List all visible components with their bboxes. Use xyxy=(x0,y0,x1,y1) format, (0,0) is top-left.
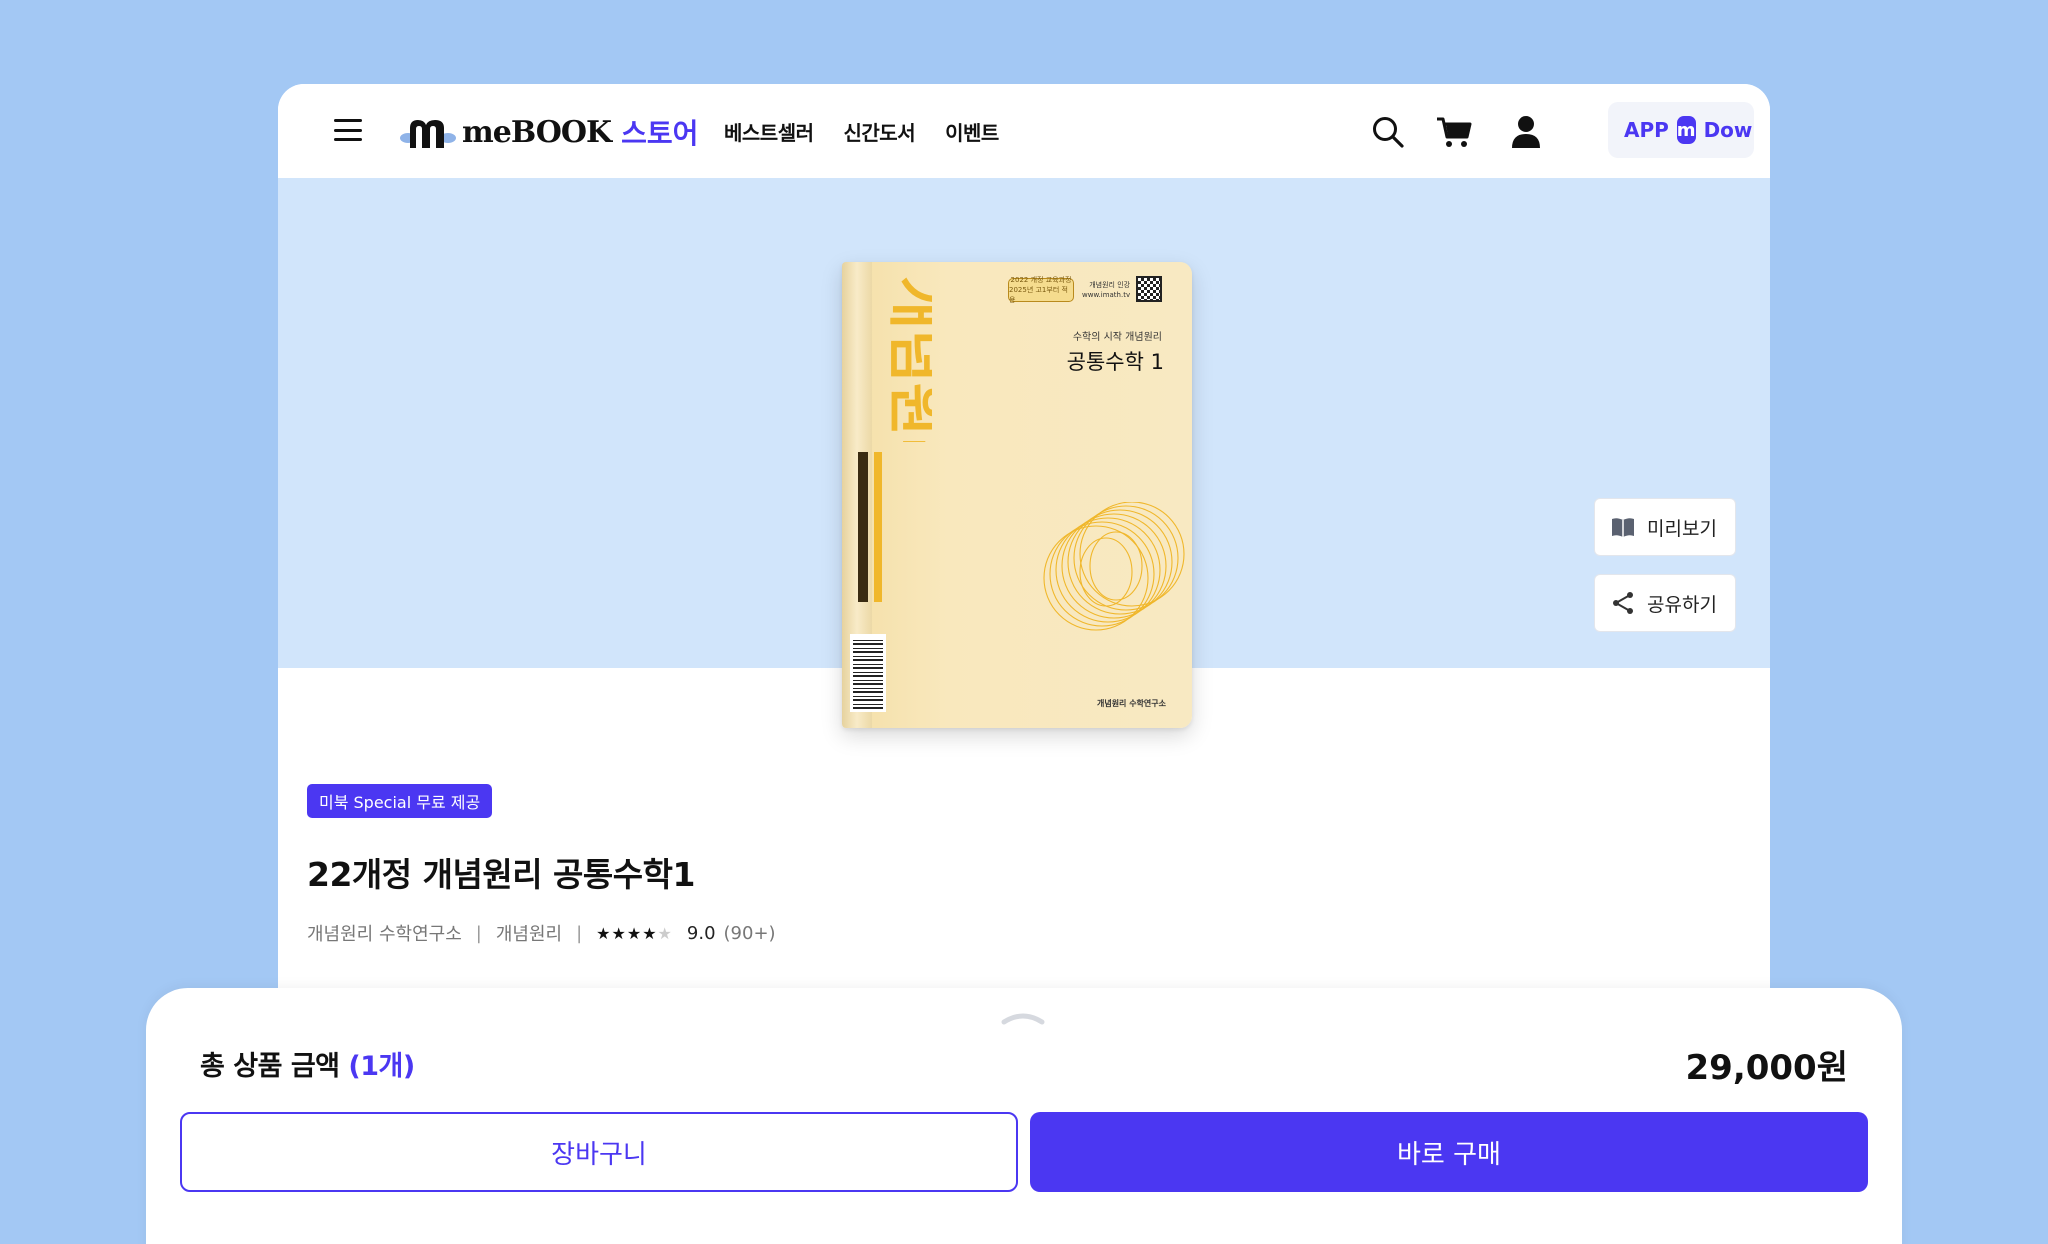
star-rating: ★★★★★ xyxy=(596,924,673,943)
book-badge-line2: 2025년 고1부터 적용 xyxy=(1009,286,1068,304)
special-badge: 미북 Special 무료 제공 xyxy=(307,784,493,818)
mebook-logo-icon xyxy=(400,114,456,150)
star-icon: ★ xyxy=(642,923,658,943)
product-author[interactable]: 개념원리 수학연구소 xyxy=(307,920,462,946)
top-navigation: meBOOK 스토어 베스트셀러 신간도서 이벤트 APP m Down xyxy=(278,84,1770,178)
main-nav: 베스트셀러 신간도서 이벤트 xyxy=(724,117,999,146)
share-button[interactable]: 공유하기 xyxy=(1594,574,1736,632)
share-icon xyxy=(1613,592,1633,614)
qr-code xyxy=(1136,276,1162,302)
rating-value: 9.0 xyxy=(686,922,716,944)
book-site-info: 개념원리 인강 www.imath.tv xyxy=(1082,280,1130,300)
search-icon[interactable] xyxy=(1368,112,1408,152)
book-cover-title-art: 개념원리 xyxy=(882,276,932,442)
total-label-text: 총 상품 금액 xyxy=(200,1051,340,1082)
add-to-cart-button[interactable]: 장바구니 xyxy=(180,1112,1018,1192)
nav-new-books[interactable]: 신간도서 xyxy=(844,117,916,146)
app-label: APP xyxy=(1624,118,1669,142)
book-cover-title: 공통수학 1 xyxy=(1066,350,1164,374)
star-icon: ★ xyxy=(626,923,643,943)
meta-separator: | xyxy=(475,922,482,944)
product-meta: 개념원리 수학연구소 | 개념원리 | ★★★★★ 9.0 (90+) xyxy=(307,920,776,946)
total-price: 29,000원 xyxy=(1685,1048,1848,1088)
star-icon: ★ xyxy=(611,923,627,943)
app-logo-icon: m xyxy=(1676,116,1696,144)
book-site-line2: www.imath.tv xyxy=(1082,291,1131,299)
book-site-line1: 개념원리 인강 xyxy=(1089,281,1131,289)
star-icon: ★ xyxy=(657,923,673,943)
product-title: 22개정 개념원리 공통수학1 xyxy=(307,855,695,894)
book-cover-subtitle: 수학의 시작 개념원리 xyxy=(1072,332,1162,343)
book-icon xyxy=(1612,518,1634,537)
star-icon: ★ xyxy=(596,923,612,943)
app-download-label: Down xyxy=(1703,118,1754,142)
hamburger-icon[interactable] xyxy=(334,119,362,141)
book-cover-image: 개념원리 2022 개정 교육과정 2025년 고1부터 적용 개념원리 인강 … xyxy=(842,262,1192,728)
app-download-button[interactable]: APP m Down xyxy=(1608,102,1754,158)
book-badge-line1: 2022 개정 교육과정 xyxy=(1010,276,1072,284)
book-spine-text xyxy=(848,452,888,612)
review-count[interactable]: (90+) xyxy=(724,923,776,944)
total-quantity: (1개) xyxy=(348,1051,415,1082)
nav-events[interactable]: 이벤트 xyxy=(945,117,999,146)
store-logo[interactable]: meBOOK 스토어 xyxy=(400,112,698,152)
share-label: 공유하기 xyxy=(1647,593,1717,616)
logo-store-label: 스토어 xyxy=(621,117,699,150)
book-curriculum-badge: 2022 개정 교육과정 2025년 고1부터 적용 xyxy=(1008,276,1074,304)
nav-bestseller[interactable]: 베스트셀러 xyxy=(724,117,814,146)
meta-separator: | xyxy=(576,922,583,944)
chevron-up-icon[interactable] xyxy=(1000,1010,1046,1026)
book-cover-publisher: 개념원리 수학연구소 xyxy=(1096,699,1166,708)
logo-text: meBOOK xyxy=(462,114,612,150)
book-rings-graphic xyxy=(1043,502,1185,631)
book-barcode xyxy=(850,634,886,712)
cart-icon[interactable] xyxy=(1434,112,1474,152)
preview-button[interactable]: 미리보기 xyxy=(1594,498,1736,556)
total-amount-label: 총 상품 금액 (1개) xyxy=(200,1044,415,1083)
buy-now-button[interactable]: 바로 구매 xyxy=(1030,1112,1868,1192)
product-brand[interactable]: 개념원리 xyxy=(496,920,562,946)
checkout-sheet: 총 상품 금액 (1개) 29,000원 장바구니 바로 구매 xyxy=(146,988,1902,1244)
user-icon[interactable] xyxy=(1506,112,1546,152)
preview-label: 미리보기 xyxy=(1647,517,1717,540)
book-cover-big-title: 개념원리 xyxy=(882,276,932,442)
